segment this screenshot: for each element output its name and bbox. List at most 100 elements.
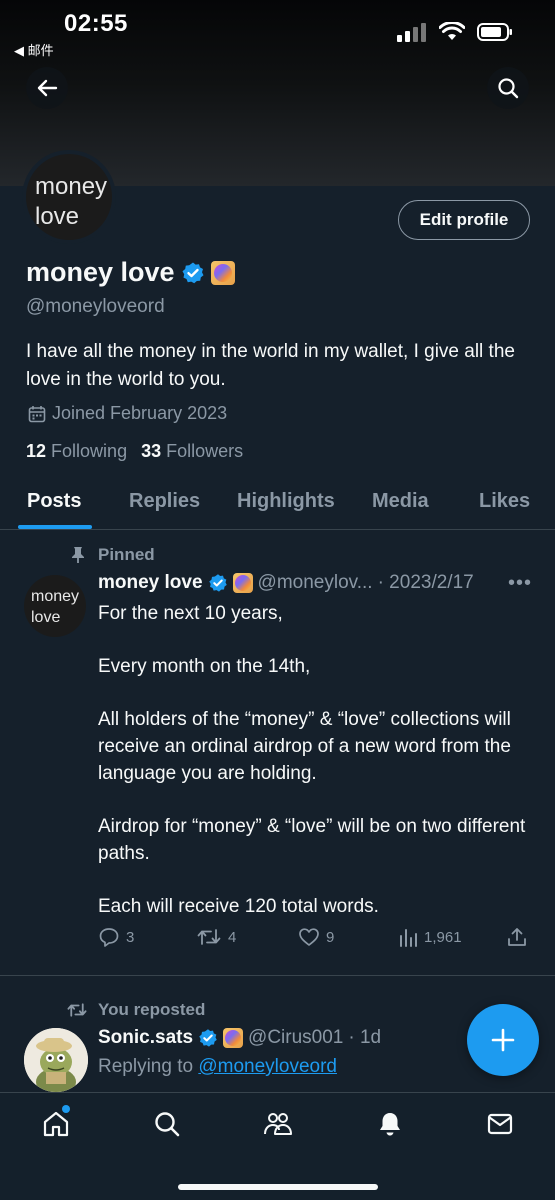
nft-badge-icon	[223, 1028, 244, 1048]
pin-icon	[72, 547, 84, 563]
like-count: 9	[326, 928, 335, 946]
share-icon	[508, 928, 526, 946]
repost-icon	[197, 929, 221, 945]
followers-link[interactable]: 33 Followers	[141, 441, 243, 462]
post-header: money love @moneylov... · 2023/2/17	[98, 572, 538, 594]
back-arrow-icon	[37, 79, 58, 97]
profile-handle: @moneyloveord	[26, 296, 165, 317]
repost-count: 4	[228, 928, 237, 946]
following-count: 12	[26, 441, 47, 461]
following-label: Following	[51, 441, 128, 461]
battery-icon	[477, 23, 512, 41]
repost-time[interactable]: · 1d	[348, 1027, 381, 1049]
avatar-text-line2: love	[35, 203, 80, 230]
home-icon	[43, 1111, 69, 1137]
notifications-icon	[380, 1113, 400, 1136]
calendar-icon	[28, 405, 46, 422]
repost-author-name[interactable]: Sonic.sats	[98, 1027, 193, 1049]
nav-explore[interactable]	[152, 1109, 182, 1139]
replying-handle-link[interactable]: @moneyloveord	[198, 1056, 337, 1077]
repost-button[interactable]: 4	[196, 926, 236, 948]
profile-tabs: Posts Replies Highlights Media Likes	[0, 478, 555, 530]
post-avatar-line2: love	[31, 609, 61, 626]
profile-name-row: money love	[26, 257, 235, 288]
profile-bio: I have all the money in the world in my …	[26, 341, 515, 390]
reply-button[interactable]: 3	[98, 926, 134, 948]
following-link[interactable]: 12 Following	[26, 441, 127, 462]
like-button[interactable]: 9	[298, 926, 334, 948]
post-paragraph: Airdrop for “money” & “love” will be on …	[98, 816, 526, 864]
post-paragraph: Every month on the 14th,	[98, 656, 311, 677]
nav-notifications[interactable]	[375, 1109, 405, 1139]
tab-media[interactable]: Media	[372, 490, 429, 513]
post-paragraph: For the next 10 years,	[98, 603, 283, 624]
post-author-avatar[interactable]: money love	[24, 575, 86, 637]
tab-replies[interactable]: Replies	[129, 490, 200, 513]
pinned-label-row: Pinned	[70, 545, 155, 565]
reply-icon	[99, 928, 119, 947]
compose-icon	[491, 1028, 515, 1052]
status-time: 02:55	[64, 10, 128, 37]
profile-avatar[interactable]: money love	[22, 150, 116, 244]
followers-count: 33	[141, 441, 162, 461]
views-count: 1,961	[424, 928, 462, 946]
post-paragraph: All holders of the “money” & “love” coll…	[98, 709, 511, 784]
avatar-text-line1: money	[35, 173, 108, 200]
post-author-handle[interactable]: @moneylov...	[258, 572, 373, 594]
follow-stats: 12 Following 33 Followers	[26, 441, 243, 462]
verified-icon[interactable]	[181, 261, 205, 285]
post-text[interactable]: For the next 10 years, Every month on th…	[98, 600, 538, 920]
active-tab-indicator	[18, 525, 92, 529]
search-button[interactable]	[487, 67, 529, 109]
post-avatar-line1: money	[31, 588, 80, 605]
post-avatar-text: money love	[31, 586, 79, 628]
wifi-icon	[439, 22, 465, 40]
profile-avatar-text: money love	[35, 172, 107, 232]
reposted-label: You reposted	[98, 1000, 206, 1019]
search-icon	[498, 78, 519, 99]
reply-count: 3	[126, 928, 135, 946]
tab-highlights[interactable]: Highlights	[237, 490, 335, 513]
nft-badge-icon	[232, 573, 253, 593]
home-indicator[interactable]	[178, 1184, 378, 1190]
nft-badge-icon[interactable]	[210, 260, 235, 285]
status-back-app[interactable]: ◀ 邮件	[14, 40, 54, 59]
communities-icon	[264, 1113, 292, 1135]
repost-icon	[67, 1003, 87, 1017]
tab-posts[interactable]: Posts	[27, 490, 81, 513]
signal-icon	[397, 23, 426, 42]
status-indicators	[397, 22, 513, 42]
replying-prefix: Replying to	[98, 1056, 194, 1077]
reposted-label-row: You reposted	[66, 1000, 205, 1020]
views-icon	[400, 929, 417, 947]
post-paragraph: Each will receive 120 total words.	[98, 896, 379, 917]
edit-profile-button[interactable]: Edit profile	[398, 200, 530, 240]
post-more-button[interactable]: •••	[508, 572, 532, 595]
views-button[interactable]: 1,961	[398, 926, 462, 948]
explore-icon	[155, 1112, 180, 1137]
nav-home[interactable]	[41, 1109, 71, 1139]
like-icon	[299, 928, 319, 946]
joined-label: Joined February 2023	[52, 403, 228, 423]
joined-date: Joined February 2023	[28, 403, 227, 424]
verified-icon	[208, 574, 227, 592]
repost-header: Sonic.sats @Cirus001 · 1d	[98, 1027, 381, 1049]
back-button[interactable]	[26, 67, 68, 109]
tab-likes[interactable]: Likes	[479, 490, 530, 513]
post-date[interactable]: · 2023/2/17	[378, 572, 474, 594]
repost-author-handle[interactable]: @Cirus001	[248, 1027, 343, 1049]
compose-button[interactable]	[467, 1004, 539, 1076]
post-divider	[0, 975, 555, 976]
nav-messages[interactable]	[485, 1109, 515, 1139]
post-actions: 3 4 9 1,961	[98, 926, 530, 954]
repost-author-avatar[interactable]	[24, 1028, 88, 1092]
nav-communities[interactable]	[263, 1109, 293, 1139]
replying-to: Replying to @moneyloveord	[98, 1056, 337, 1078]
post-author-name[interactable]: money love	[98, 572, 203, 594]
messages-icon	[487, 1113, 513, 1135]
followers-label: Followers	[166, 441, 244, 461]
profile-name: money love	[26, 257, 175, 287]
pinned-label: Pinned	[98, 545, 155, 564]
verified-icon	[199, 1029, 217, 1047]
share-button[interactable]	[506, 926, 528, 948]
